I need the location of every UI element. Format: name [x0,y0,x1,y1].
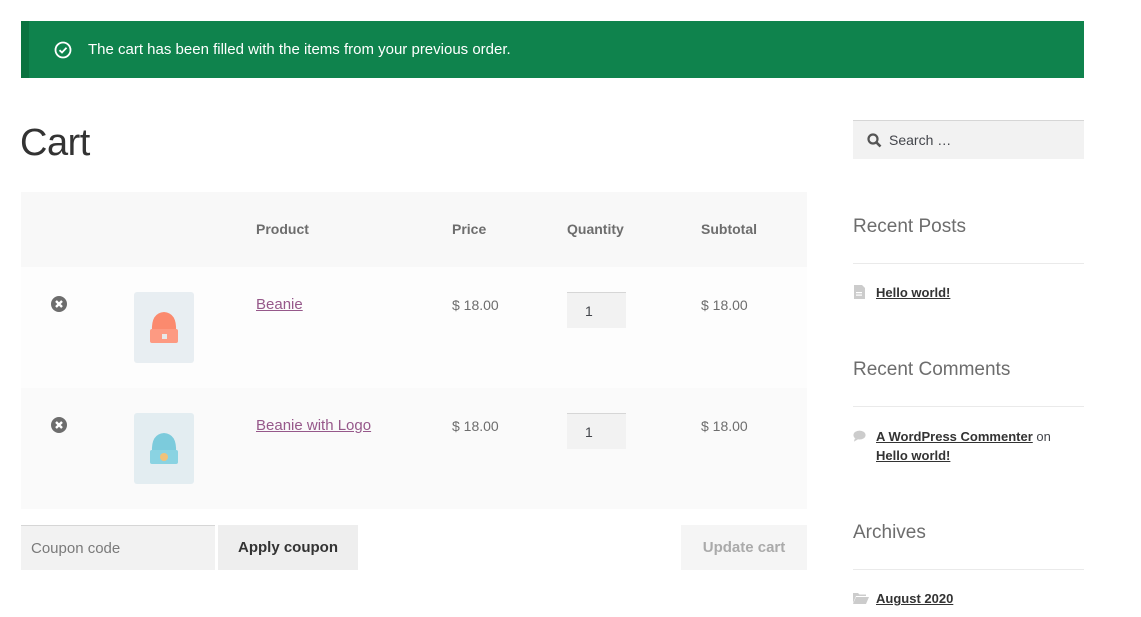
archive-item: August 2020 [853,589,1084,608]
recent-posts-title: Recent Posts [853,216,966,237]
column-header-subtotal: Subtotal [701,221,757,237]
coupon-code-input[interactable] [21,525,215,570]
apply-coupon-button[interactable]: Apply coupon [218,525,358,570]
search-input[interactable] [889,121,1079,159]
comment-icon [853,430,866,442]
cart-table: Product Price Quantity Subtotal Beanie $… [21,192,807,509]
recent-post-item: Hello world! [853,283,1084,302]
comment-connector: on [1036,429,1051,444]
search-form [853,120,1084,159]
product-link[interactable]: Beanie with Logo [256,417,371,434]
product-subtotal: $ 18.00 [701,297,748,313]
column-header-product: Product [256,221,309,237]
product-link[interactable]: Beanie [256,296,303,313]
search-icon [867,133,882,148]
remove-item-button[interactable] [51,417,67,433]
divider [853,569,1084,570]
cart-table-header: Product Price Quantity Subtotal [21,192,807,267]
recent-comment-item: A WordPress Commenter on Hello world! [853,427,1084,465]
quantity-input[interactable] [567,413,626,449]
archive-link[interactable]: August 2020 [876,591,953,606]
product-thumbnail[interactable] [134,292,194,363]
divider [853,263,1084,264]
product-price: $ 18.00 [452,418,499,434]
divider [853,406,1084,407]
product-subtotal: $ 18.00 [701,418,748,434]
blue-beanie-image [150,432,178,464]
cart-item-row: Beanie $ 18.00 $ 18.00 [21,267,807,388]
check-circle-icon [54,41,72,58]
recent-comments-title: Recent Comments [853,359,1011,380]
comment-author-link[interactable]: A WordPress Commenter [876,429,1033,444]
archives-title: Archives [853,522,926,543]
close-icon [55,300,63,308]
success-notice: The cart has been filled with the items … [21,21,1084,78]
update-cart-button[interactable]: Update cart [681,525,807,570]
column-header-quantity: Quantity [567,221,624,237]
recent-post-link[interactable]: Hello world! [876,285,950,300]
quantity-input[interactable] [567,292,626,328]
document-icon [854,285,865,299]
remove-item-button[interactable] [51,296,67,312]
cart-item-row: Beanie with Logo $ 18.00 $ 18.00 [21,388,807,509]
orange-beanie-image [150,311,178,343]
column-header-price: Price [452,221,487,237]
comment-post-link[interactable]: Hello world! [876,448,950,463]
folder-icon [853,593,869,604]
page-title: Cart [20,122,90,164]
close-icon [55,421,63,429]
product-price: $ 18.00 [452,297,499,313]
product-thumbnail[interactable] [134,413,194,484]
sidebar: Recent Posts Hello world! Recent Comment… [853,120,1084,606]
notice-message: The cart has been filled with the items … [88,41,511,58]
